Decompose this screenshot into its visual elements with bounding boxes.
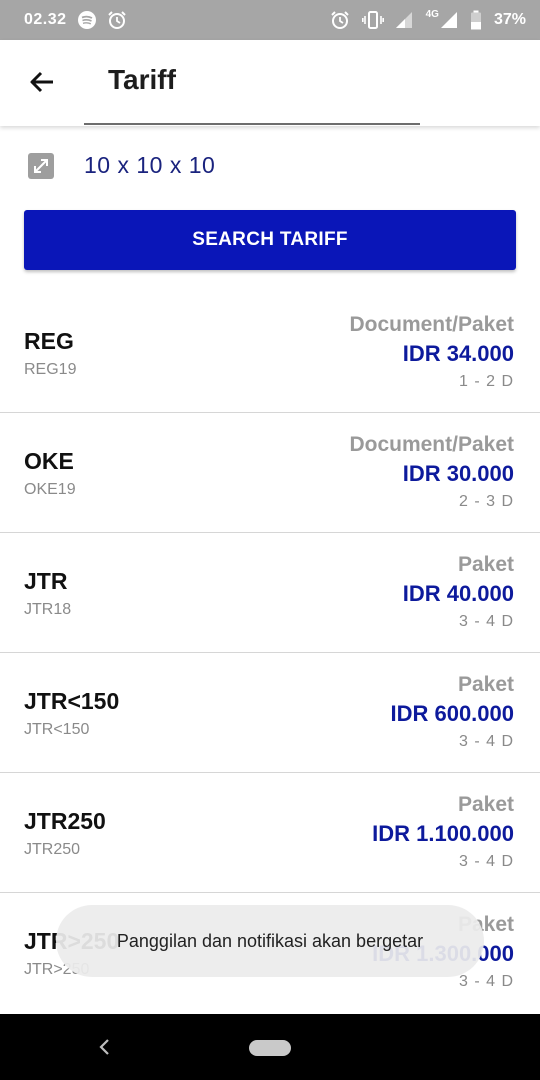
delivery-estimate: 2 - 3 D [458,493,514,510]
back-button[interactable] [22,62,62,102]
toast-notification: Panggilan dan notifikasi akan bergetar [56,905,484,977]
delivery-estimate: 1 - 2 D [458,373,514,390]
service-name: JTR [24,568,68,594]
battery-icon [470,10,482,30]
service-code: JTR250 [24,841,81,858]
service-name: OKE [24,448,74,474]
price: IDR 30.000 [402,461,514,486]
delivery-estimate: 3 - 4 D [458,613,514,630]
delivery-estimate: 3 - 4 D [458,853,514,870]
service-name: REG [24,328,74,354]
nav-home-pill[interactable] [249,1040,291,1056]
package-type: Paket [457,673,514,696]
service-name: JTR250 [24,808,106,834]
alarm-icon [330,10,350,30]
list-item[interactable]: JTR JTR18 Paket IDR 40.000 3 - 4 D [0,533,540,653]
service-code: JTR18 [24,601,72,618]
alarm-icon [107,10,127,30]
package-type: Document/Paket [349,313,514,336]
package-type: Paket [457,793,514,816]
system-nav-bar [0,1014,540,1080]
toast-message: Panggilan dan notifikasi akan bergetar [116,930,424,951]
list-item[interactable]: REG REG19 Document/Paket IDR 34.000 1 - … [0,293,540,413]
page-title: Tariff [108,64,176,95]
network-type: 4G [425,9,439,20]
list-item[interactable]: JTR<150 JTR<150 Paket IDR 600.000 3 - 4 … [0,653,540,773]
app-screen: 02.32 4G 37% Tariff 10 x 10 x 10 SEARCH … [0,0,540,1080]
service-code: JTR<150 [24,721,90,738]
arrow-back-icon [30,71,53,93]
price: IDR 40.000 [402,581,514,606]
price: IDR 600.000 [390,701,514,726]
list-item[interactable]: JTR250 JTR250 Paket IDR 1.100.000 3 - 4 … [0,773,540,893]
app-bar: Tariff [0,40,540,126]
nav-back-icon[interactable] [92,1034,116,1060]
resize-icon [28,152,54,179]
dimension-row[interactable]: 10 x 10 x 10 [28,152,215,179]
status-bar: 02.32 4G 37% [0,0,540,40]
signal-4g-icon: 4G [426,10,458,30]
price: IDR 1.100.000 [372,821,514,846]
package-type: Paket [457,553,514,576]
service-name: JTR<150 [24,688,120,714]
signal-icon [394,10,414,30]
package-type: Document/Paket [349,433,514,456]
price: IDR 34.000 [402,341,514,366]
service-code: OKE19 [24,481,76,498]
spotify-icon [77,10,97,30]
search-tariff-button[interactable]: SEARCH TARIFF [24,210,516,270]
status-time: 02.32 [24,11,67,28]
service-code: REG19 [24,361,77,378]
delivery-estimate: 3 - 4 D [458,973,514,990]
vibrate-icon [361,10,384,30]
delivery-estimate: 3 - 4 D [458,733,514,750]
battery-percent: 37% [493,11,526,28]
dimension-value: 10 x 10 x 10 [84,152,216,178]
list-item[interactable]: OKE OKE19 Document/Paket IDR 30.000 2 - … [0,413,540,533]
input-underline [84,123,420,125]
